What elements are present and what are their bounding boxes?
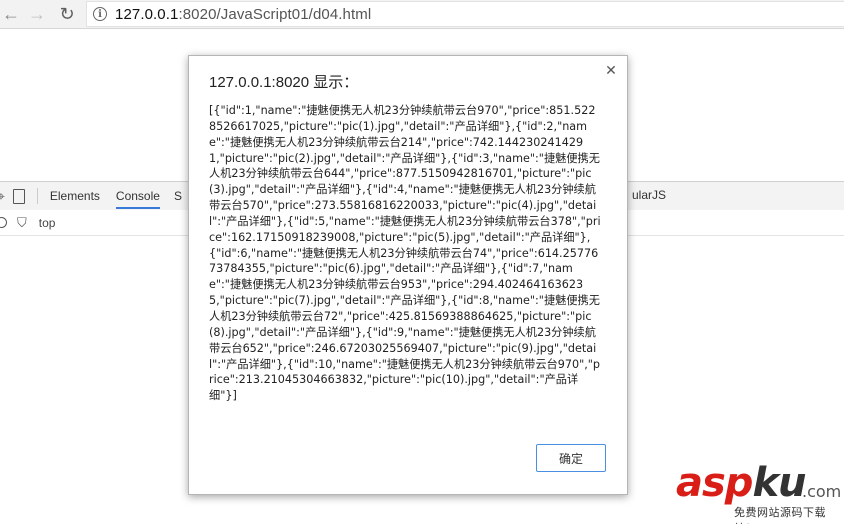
- url-path: :8020/JavaScript01/d04.html: [178, 5, 372, 23]
- url-host: 127.0.0.1: [115, 5, 179, 23]
- url-text[interactable]: 127.0.0.1:8020/JavaScript01/d04.html: [115, 6, 371, 23]
- tab-angularjs[interactable]: ularJS: [632, 182, 666, 208]
- dialog-title: 127.0.0.1:8020 显示：: [209, 74, 359, 91]
- watermark-tagline: 免费网站源码下载站！: [734, 507, 826, 524]
- watermark-brand-asp: asp: [676, 460, 753, 506]
- reload-icon[interactable]: ↻: [56, 3, 78, 25]
- screen: ← → ↻ i 127.0.0.1:8020/JavaScript01/d04.…: [0, 0, 844, 524]
- clear-console-icon[interactable]: [0, 217, 7, 228]
- device-toggle-icon[interactable]: [12, 188, 25, 204]
- watermark-logo: aspku .com 免费网站源码下载站！: [676, 460, 844, 524]
- watermark-brand-ku: ku: [752, 460, 806, 506]
- filter-icon[interactable]: ⛉: [17, 215, 27, 231]
- browser-toolbar: ← → ↻ i 127.0.0.1:8020/JavaScript01/d04.…: [0, 0, 844, 29]
- ok-button[interactable]: 确定: [536, 444, 606, 472]
- forward-arrow-icon[interactable]: →: [26, 3, 48, 25]
- close-icon[interactable]: ✕: [603, 62, 619, 78]
- tab-sources[interactable]: S: [174, 183, 182, 209]
- divider: [36, 188, 38, 204]
- context-selector[interactable]: top: [39, 216, 56, 230]
- alert-dialog: 127.0.0.1:8020 显示： ✕ [{"id":1,"name":"捷魅…: [188, 55, 628, 495]
- address-bar[interactable]: i 127.0.0.1:8020/JavaScript01/d04.html: [86, 1, 844, 27]
- dialog-message: [{"id":1,"name":"捷魅便携无人机23分钟续航带云台970","p…: [209, 104, 601, 403]
- back-arrow-icon[interactable]: ←: [0, 3, 22, 25]
- tab-elements[interactable]: Elements: [50, 183, 100, 209]
- tab-console[interactable]: Console: [115, 183, 160, 209]
- watermark-domain: .com: [802, 482, 842, 501]
- watermark-brand: aspku: [676, 460, 807, 506]
- info-icon[interactable]: i: [93, 7, 107, 21]
- inspect-cursor-icon[interactable]: ⌖: [0, 188, 5, 205]
